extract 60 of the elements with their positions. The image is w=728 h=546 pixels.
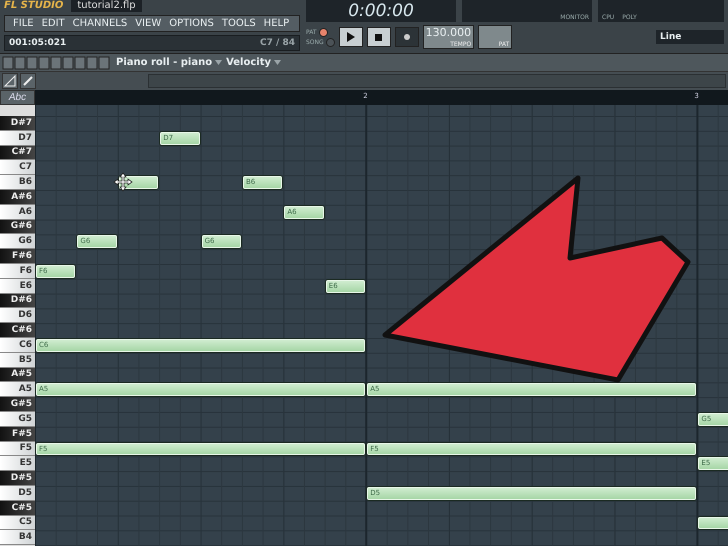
snap-dropdown[interactable]: Line <box>656 30 724 44</box>
mode-radio[interactable] <box>318 28 328 36</box>
file-name: tutorial2.flp <box>71 0 142 12</box>
abc-button[interactable]: Abc <box>0 90 35 105</box>
stop-button[interactable] <box>366 27 391 47</box>
menu-item[interactable]: HELP <box>260 18 294 29</box>
caret-icon <box>215 60 222 65</box>
piano-key[interactable]: A#5 <box>0 368 35 382</box>
piano-key[interactable]: D#7 <box>0 116 35 131</box>
piano-key[interactable]: C#5 <box>0 500 35 516</box>
piano-key[interactable]: E6 <box>0 278 35 294</box>
piano-key[interactable]: F5 <box>0 442 35 456</box>
caret-icon <box>274 60 282 65</box>
menu-item[interactable]: TOOLS <box>218 18 260 29</box>
menu-item[interactable]: FILE <box>9 18 38 29</box>
piano-key[interactable]: B4 <box>0 530 35 546</box>
menu-item[interactable]: CHANNELS <box>68 18 132 29</box>
piano-key[interactable]: E5 <box>0 456 35 472</box>
pencil-icon[interactable] <box>20 73 36 89</box>
piano-key[interactable]: D#5 <box>0 471 35 486</box>
stop-icon <box>375 34 382 40</box>
piano-key[interactable]: D6 <box>0 308 35 324</box>
piano-key[interactable]: A5 <box>0 382 35 398</box>
tool-icons[interactable] <box>2 56 112 70</box>
app-title: FL STUDIO <box>4 0 64 12</box>
play-icon <box>346 32 355 42</box>
piano-key[interactable]: F#5 <box>0 426 35 442</box>
menu-item[interactable]: VIEW <box>131 18 166 29</box>
piano-key[interactable]: F#6 <box>0 249 35 264</box>
scrollbar[interactable] <box>148 74 726 88</box>
piano-key[interactable]: F6 <box>0 264 35 279</box>
piano-key[interactable]: G#6 <box>0 220 35 234</box>
song-position: 001:05:021 <box>9 38 66 48</box>
piano-key[interactable]: B5 <box>0 352 35 368</box>
time-display: 0:00:00 <box>306 0 456 22</box>
play-button[interactable] <box>338 27 363 47</box>
piano-key[interactable]: C#7 <box>0 146 35 160</box>
piano-key[interactable]: C5 <box>0 516 35 530</box>
note-info: C7 / 84 <box>260 38 295 48</box>
piano-key[interactable]: A6 <box>0 204 35 220</box>
piano-key[interactable]: C6 <box>0 338 35 353</box>
target-dropdown[interactable]: Velocity <box>226 57 282 68</box>
record-icon <box>404 34 410 40</box>
menu-item[interactable]: OPTIONS <box>165 18 218 29</box>
piano-key[interactable]: C#6 <box>0 323 35 338</box>
piano-key[interactable]: B6 <box>0 175 35 190</box>
piano-key[interactable]: D7 <box>0 130 35 146</box>
menu-item[interactable]: EDIT <box>38 18 69 29</box>
piano-key[interactable]: D5 <box>0 486 35 501</box>
move-cursor-icon <box>113 172 133 192</box>
target-name: Velocity <box>226 57 272 68</box>
ramp-icon[interactable] <box>2 73 18 89</box>
record-button[interactable] <box>394 27 419 47</box>
mode-radio[interactable] <box>326 38 335 46</box>
piano-key[interactable]: G6 <box>0 234 35 250</box>
piano-key[interactable]: A#6 <box>0 190 35 205</box>
piano-key[interactable]: G#5 <box>0 397 35 412</box>
piano-key[interactable]: G5 <box>0 412 35 427</box>
piano-key[interactable]: D#6 <box>0 294 35 308</box>
piano-key[interactable]: C7 <box>0 160 35 176</box>
